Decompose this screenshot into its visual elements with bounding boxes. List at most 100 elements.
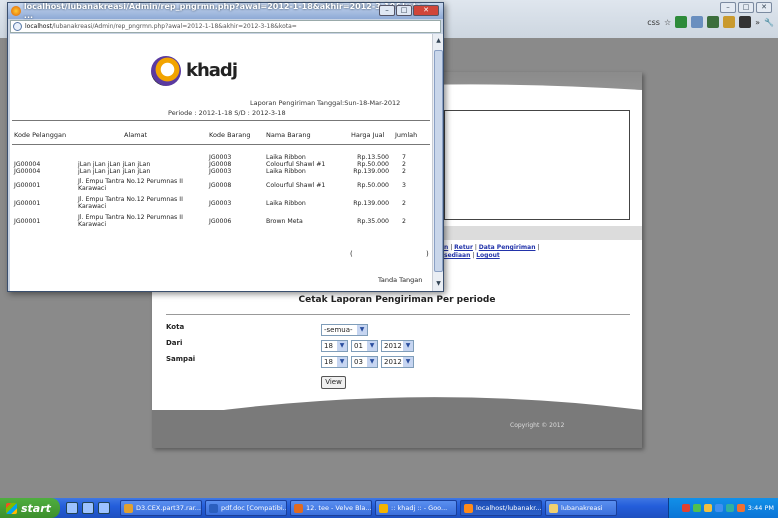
cell-kode-barang: JG0003 xyxy=(209,200,232,207)
maximize-icon[interactable]: □ xyxy=(396,5,412,16)
sampai-month-value: 03 xyxy=(354,358,363,366)
cell-kode-barang: JG0003 JG0008 JG0003 xyxy=(209,154,232,175)
tray-icon[interactable] xyxy=(725,504,734,512)
cell-harga: Rp.50.000 xyxy=(357,182,389,189)
folder-icon xyxy=(549,503,558,513)
taskbar-item-label: 12. tee - Velve Bla... xyxy=(306,504,372,512)
nav-link-logout[interactable]: Logout xyxy=(476,252,500,259)
col-nama-barang: Nama Barang xyxy=(266,131,311,139)
firefox-icon[interactable] xyxy=(98,502,110,514)
extension-icon[interactable] xyxy=(723,16,736,28)
dari-year-select[interactable]: 2012 ▼ xyxy=(381,340,414,352)
extension-icon[interactable] xyxy=(675,16,688,28)
cell-alamat: Jl. Empu Tantra No.12 Perumnas II Karawa… xyxy=(78,214,183,228)
dari-month-select[interactable]: 01 ▼ xyxy=(351,340,378,352)
cell-alamat: jLan jLan jLan jLan jLan jLan jLan jLan … xyxy=(78,161,151,175)
signature-paren-open: ( xyxy=(350,250,353,258)
header-divider xyxy=(12,120,430,121)
taskbar-item[interactable]: localhost/lubanakr... xyxy=(460,500,542,516)
view-button[interactable]: View xyxy=(321,376,346,389)
maximize-icon[interactable]: □ xyxy=(738,2,754,13)
quick-launch xyxy=(66,502,110,514)
ie-icon[interactable] xyxy=(82,502,94,514)
media-player-icon xyxy=(294,503,303,513)
wrench-icon[interactable]: 🔧 xyxy=(764,18,774,27)
col-kode-barang: Kode Barang xyxy=(209,131,251,139)
windows-logo-icon xyxy=(6,502,17,514)
tray-icon[interactable] xyxy=(736,504,745,512)
copyright-text: Copyright © 2012 xyxy=(510,422,565,429)
chevron-down-icon: ▼ xyxy=(403,357,413,367)
extension-icon[interactable] xyxy=(691,16,704,28)
taskbar-item[interactable]: 12. tee - Velve Bla... xyxy=(290,500,372,516)
system-tray: 3:44 PM xyxy=(668,498,778,518)
cell-kode-pelanggan: JG00001 xyxy=(14,200,41,207)
clock: 3:44 PM xyxy=(747,504,774,512)
col-jumlah: Jumlah xyxy=(395,131,418,139)
firefox-icon xyxy=(11,6,21,16)
scrollbar-thumb[interactable] xyxy=(434,50,443,272)
minimize-icon[interactable]: – xyxy=(720,2,736,13)
sampai-year-select[interactable]: 2012 ▼ xyxy=(381,356,414,368)
kota-label: Kota xyxy=(166,323,185,331)
tray-icon[interactable] xyxy=(703,504,712,512)
taskbar-item-label: localhost/lubanakr... xyxy=(476,504,542,512)
sampai-label: Sampai xyxy=(166,355,196,363)
popup-titlebar[interactable]: localhost/lubanakreasi/Admin/rep_pngrmn.… xyxy=(8,2,443,20)
cell-kode-pelanggan: JG00001 xyxy=(14,218,41,225)
close-icon[interactable]: ✕ xyxy=(756,2,772,13)
sampai-year-value: 2012 xyxy=(384,358,402,366)
dari-year-value: 2012 xyxy=(384,342,402,350)
nav-link-persediaan[interactable]: sediaan xyxy=(444,252,470,259)
star-icon[interactable]: ☆ xyxy=(664,18,671,27)
start-button[interactable]: start xyxy=(0,498,60,518)
show-desktop-icon[interactable] xyxy=(66,502,78,514)
close-icon[interactable]: ✕ xyxy=(413,5,439,16)
extension-icon[interactable] xyxy=(707,16,720,28)
taskbar-item-label: lubanakreasi xyxy=(561,504,603,512)
nav-link-data-pengiriman[interactable]: Data Pengiriman xyxy=(479,244,536,251)
sampai-day-select[interactable]: 18 ▼ xyxy=(321,356,348,368)
dari-day-value: 18 xyxy=(324,342,333,350)
tray-icon[interactable] xyxy=(681,504,690,512)
address-path: /lubanakreasi/Admin/rep_pngrmn.php?awal=… xyxy=(51,23,297,30)
word-icon xyxy=(209,503,218,513)
cell-alamat: Jl. Empu Tantra No.12 Perumnas II Karawa… xyxy=(78,196,183,210)
signature-label: Tanda Tangan xyxy=(378,276,423,284)
kota-select[interactable]: -semua- ▼ xyxy=(321,324,368,336)
nav-link[interactable]: n xyxy=(444,244,448,251)
col-kode-pelanggan: Kode Pelanggan xyxy=(14,131,67,139)
more-icon[interactable]: » xyxy=(755,18,760,27)
cell-harga: Rp.35.000 xyxy=(357,218,389,225)
winrar-icon xyxy=(124,503,133,513)
taskbar-item[interactable]: D3.CEX.part37.rar... xyxy=(120,500,202,516)
scroll-up-icon[interactable]: ▲ xyxy=(434,36,443,46)
scroll-down-icon[interactable]: ▼ xyxy=(434,279,443,289)
taskbar-item[interactable]: pdf.doc [Compatibi... xyxy=(205,500,287,516)
tray-icon[interactable] xyxy=(714,504,723,512)
background-toolbar: css ☆ » 🔧 xyxy=(647,16,774,28)
chrome-icon xyxy=(379,503,388,513)
cell-nama-barang: Laika Ribbon Colourful Shawl #1 Laika Ri… xyxy=(266,154,326,175)
nav-link-retur[interactable]: Retur xyxy=(454,244,473,251)
minimize-icon[interactable]: – xyxy=(379,5,395,16)
taskbar-item[interactable]: :: khadj :: - Goo... xyxy=(375,500,457,516)
sampai-month-select[interactable]: 03 ▼ xyxy=(351,356,378,368)
popup-scrollbar[interactable]: ▲ ▼ xyxy=(432,34,443,291)
dari-month-value: 01 xyxy=(354,342,363,350)
css-label: css xyxy=(647,17,660,27)
tray-icon[interactable] xyxy=(692,504,701,512)
popup-window: localhost/lubanakreasi/Admin/rep_pngrmn.… xyxy=(7,2,444,292)
start-label: start xyxy=(21,501,51,515)
report-periode: Periode : 2012-1-18 S/D : 2012-3-18 xyxy=(168,109,286,117)
report-page: khadj Laporan Pengiriman Tanggal:Sun-18-… xyxy=(10,34,432,291)
popup-address-bar[interactable]: localhost/lubanakreasi/Admin/rep_pngrmn.… xyxy=(10,20,441,33)
dari-label: Dari xyxy=(166,339,183,347)
logo-text: khadj xyxy=(186,60,238,81)
col-alamat: Alamat xyxy=(124,131,148,139)
taskbar-item-label: pdf.doc [Compatibi... xyxy=(221,504,287,512)
page-menu-icon[interactable] xyxy=(739,16,752,28)
cell-kode-pelanggan: JG00001 xyxy=(14,182,41,189)
taskbar-item[interactable]: lubanakreasi xyxy=(545,500,617,516)
dari-day-select[interactable]: 18 ▼ xyxy=(321,340,348,352)
